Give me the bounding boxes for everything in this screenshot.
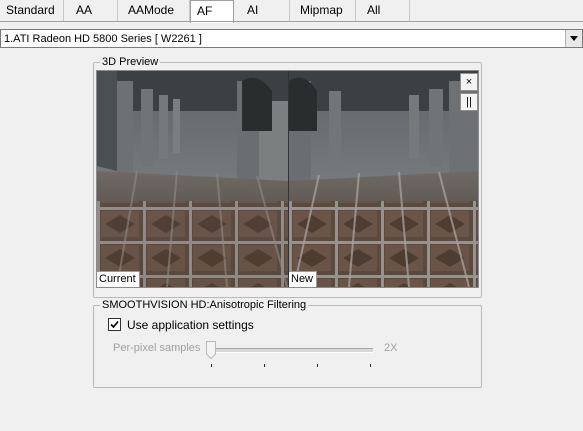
tab-label: AI bbox=[247, 3, 259, 17]
chevron-down-icon bbox=[570, 36, 578, 41]
per-pixel-samples-value: 2X bbox=[384, 342, 398, 354]
preview-scene-image bbox=[97, 71, 288, 287]
pause-icon: || bbox=[466, 96, 472, 108]
preview-close-button[interactable]: × bbox=[460, 73, 478, 91]
tab-divider bbox=[0, 21, 583, 22]
slider-tick bbox=[211, 364, 212, 367]
adapter-select[interactable]: 1.ATI Radeon HD 5800 Series [ W2261 ] bbox=[0, 29, 583, 48]
per-pixel-samples-label: Per-pixel samples bbox=[113, 342, 201, 354]
preview-pause-button[interactable]: || bbox=[460, 93, 478, 111]
preview-scene-image bbox=[289, 71, 478, 287]
per-pixel-samples-slider-thumb[interactable] bbox=[206, 341, 216, 359]
preview-new-label: New bbox=[289, 271, 318, 287]
preview-current-pane: Current bbox=[97, 71, 288, 287]
slider-tick bbox=[264, 364, 265, 367]
preview-new-pane: New bbox=[288, 71, 478, 287]
tab-standard[interactable]: Standard bbox=[0, 0, 64, 21]
tab-aa[interactable]: AA bbox=[64, 0, 118, 21]
tab-mipmap[interactable]: Mipmap bbox=[290, 0, 356, 21]
close-icon: × bbox=[465, 76, 473, 88]
tab-af[interactable]: AF bbox=[190, 0, 234, 23]
use-app-settings-checkbox[interactable] bbox=[108, 318, 121, 331]
tab-label: AAMode bbox=[128, 3, 175, 17]
slider-tick bbox=[317, 364, 318, 367]
slider-tick bbox=[370, 364, 371, 367]
tab-ai[interactable]: AI bbox=[234, 0, 290, 21]
tab-label: AF bbox=[197, 4, 213, 18]
preview-current-label: Current bbox=[97, 271, 140, 287]
tab-label: Standard bbox=[6, 3, 55, 17]
tab-label: Mipmap bbox=[300, 3, 343, 17]
anisotropic-group-title: SMOOTHVISION HD:Anisotropic Filtering bbox=[100, 298, 309, 312]
adapter-select-button[interactable] bbox=[565, 30, 582, 47]
tab-bar: Standard AA AAMode AF AI Mipmap All bbox=[0, 0, 583, 23]
tab-all[interactable]: All bbox=[356, 0, 410, 21]
use-app-settings-label[interactable]: Use application settings bbox=[127, 318, 254, 332]
tab-label: AA bbox=[76, 3, 93, 17]
tab-aamode[interactable]: AAMode bbox=[118, 0, 190, 21]
adapter-select-value: 1.ATI Radeon HD 5800 Series [ W2261 ] bbox=[4, 33, 202, 45]
per-pixel-samples-slider-track[interactable] bbox=[211, 348, 373, 353]
preview-group-title: 3D Preview bbox=[100, 55, 161, 69]
checkmark-icon bbox=[110, 320, 119, 329]
preview-area: Current New × || bbox=[96, 70, 479, 288]
tab-label: All bbox=[367, 3, 381, 17]
